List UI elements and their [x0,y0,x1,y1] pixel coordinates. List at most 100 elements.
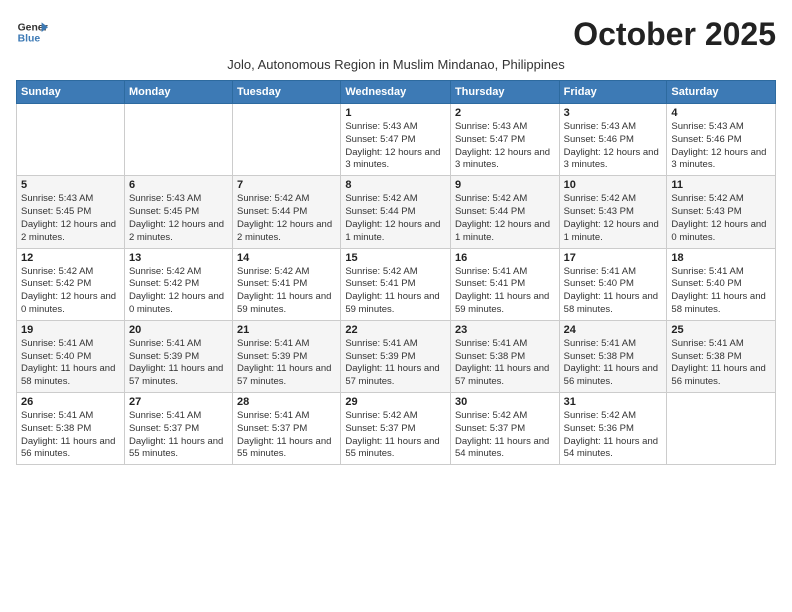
day-cell: 20 Sunrise: 5:41 AM Sunset: 5:39 PM Dayli… [124,320,232,392]
day-cell: 31 Sunrise: 5:42 AM Sunset: 5:36 PM Dayli… [559,393,667,465]
day-info: Sunrise: 5:43 AM Sunset: 5:47 PM Dayligh… [345,121,446,172]
day-number: 26 [21,396,120,408]
day-info: Sunrise: 5:43 AM Sunset: 5:46 PM Dayligh… [671,121,771,172]
day-number: 10 [564,179,663,191]
day-number: 9 [455,179,555,191]
day-cell: 28Sunrise: 5:41 AM Sunset: 5:37 PM Dayli… [233,393,341,465]
day-info: Sunrise: 5:41 AM Sunset: 5:40 PM Dayligh… [671,266,771,317]
day-number: 12 [21,252,120,264]
day-header-monday: Monday [124,81,232,104]
month-title: October 2025 [573,16,776,53]
day-cell [233,104,341,176]
svg-text:Blue: Blue [18,34,41,45]
day-number: 27 [129,396,228,408]
day-cell [124,104,232,176]
day-cell: 15Sunrise: 5:42 AM Sunset: 5:41 PM Dayli… [341,248,451,320]
day-number: 22 [345,324,446,336]
day-info: Sunrise: 5:41 AM Sunset: 5:39 PM Dayligh… [237,338,336,389]
day-info: Sunrise: 5:42 AM Sunset: 5:43 PM Dayligh… [671,193,771,244]
day-number: 6 [129,179,228,191]
calendar-table: SundayMondayTuesdayWednesdayThursdayFrid… [16,80,776,465]
day-header-tuesday: Tuesday [233,81,341,104]
day-number: 2 [455,107,555,119]
day-cell: 18 Sunrise: 5:41 AM Sunset: 5:40 PM Dayli… [667,248,776,320]
day-number: 25 [671,324,771,336]
logo: General Blue [16,16,48,48]
day-number: 14 [237,252,336,264]
day-cell: 5Sunrise: 5:43 AM Sunset: 5:45 PM Daylig… [17,176,125,248]
day-cell: 19 Sunrise: 5:41 AM Sunset: 5:40 PM Dayli… [17,320,125,392]
day-number: 30 [455,396,555,408]
day-number: 3 [564,107,663,119]
day-number: 18 [671,252,771,264]
day-header-friday: Friday [559,81,667,104]
day-cell: 9 Sunrise: 5:42 AM Sunset: 5:44 PM Daylig… [450,176,559,248]
day-info: Sunrise: 5:42 AM Sunset: 5:44 PM Dayligh… [237,193,336,244]
day-info: Sunrise: 5:41 AM Sunset: 5:38 PM Dayligh… [455,338,555,389]
day-number: 23 [455,324,555,336]
week-row-4: 19 Sunrise: 5:41 AM Sunset: 5:40 PM Dayli… [17,320,776,392]
day-cell: 1 Sunrise: 5:43 AM Sunset: 5:47 PM Daylig… [341,104,451,176]
day-number: 11 [671,179,771,191]
week-row-1: 1 Sunrise: 5:43 AM Sunset: 5:47 PM Daylig… [17,104,776,176]
day-number: 1 [345,107,446,119]
day-info: Sunrise: 5:42 AM Sunset: 5:42 PM Dayligh… [21,266,120,317]
day-info: Sunrise: 5:41 AM Sunset: 5:38 PM Dayligh… [21,410,120,461]
day-cell: 25 Sunrise: 5:41 AM Sunset: 5:38 PM Dayli… [667,320,776,392]
day-info: Sunrise: 5:41 AM Sunset: 5:39 PM Dayligh… [129,338,228,389]
day-cell: 8Sunrise: 5:42 AM Sunset: 5:44 PM Daylig… [341,176,451,248]
day-cell: 14 Sunrise: 5:42 AM Sunset: 5:41 PM Dayli… [233,248,341,320]
day-cell: 4Sunrise: 5:43 AM Sunset: 5:46 PM Daylig… [667,104,776,176]
day-cell: 16Sunrise: 5:41 AM Sunset: 5:41 PM Dayli… [450,248,559,320]
day-number: 17 [564,252,663,264]
day-number: 20 [129,324,228,336]
day-info: Sunrise: 5:41 AM Sunset: 5:39 PM Dayligh… [345,338,446,389]
day-cell: 22 Sunrise: 5:41 AM Sunset: 5:39 PM Dayli… [341,320,451,392]
day-info: Sunrise: 5:41 AM Sunset: 5:37 PM Dayligh… [237,410,336,461]
day-info: Sunrise: 5:42 AM Sunset: 5:43 PM Dayligh… [564,193,663,244]
day-cell: 27Sunrise: 5:41 AM Sunset: 5:37 PM Dayli… [124,393,232,465]
day-cell: 2 Sunrise: 5:43 AM Sunset: 5:47 PM Daylig… [450,104,559,176]
logo-icon: General Blue [16,16,48,48]
day-number: 31 [564,396,663,408]
day-cell: 3 Sunrise: 5:43 AM Sunset: 5:46 PM Daylig… [559,104,667,176]
day-header-wednesday: Wednesday [341,81,451,104]
day-info: Sunrise: 5:43 AM Sunset: 5:47 PM Dayligh… [455,121,555,172]
day-number: 29 [345,396,446,408]
day-info: Sunrise: 5:42 AM Sunset: 5:41 PM Dayligh… [237,266,336,317]
day-cell: 23 Sunrise: 5:41 AM Sunset: 5:38 PM Dayli… [450,320,559,392]
day-info: Sunrise: 5:42 AM Sunset: 5:44 PM Dayligh… [345,193,446,244]
day-info: Sunrise: 5:43 AM Sunset: 5:45 PM Dayligh… [129,193,228,244]
day-cell: 30 Sunrise: 5:42 AM Sunset: 5:37 PM Dayli… [450,393,559,465]
day-info: Sunrise: 5:42 AM Sunset: 5:36 PM Dayligh… [564,410,663,461]
day-header-saturday: Saturday [667,81,776,104]
day-cell: 6 Sunrise: 5:43 AM Sunset: 5:45 PM Daylig… [124,176,232,248]
week-row-3: 12 Sunrise: 5:42 AM Sunset: 5:42 PM Dayli… [17,248,776,320]
day-cell: 17 Sunrise: 5:41 AM Sunset: 5:40 PM Dayli… [559,248,667,320]
day-info: Sunrise: 5:43 AM Sunset: 5:45 PM Dayligh… [21,193,120,244]
day-number: 24 [564,324,663,336]
day-cell: 11 Sunrise: 5:42 AM Sunset: 5:43 PM Dayli… [667,176,776,248]
week-row-5: 26 Sunrise: 5:41 AM Sunset: 5:38 PM Dayli… [17,393,776,465]
day-cell: 26 Sunrise: 5:41 AM Sunset: 5:38 PM Dayli… [17,393,125,465]
day-info: Sunrise: 5:41 AM Sunset: 5:40 PM Dayligh… [564,266,663,317]
day-header-thursday: Thursday [450,81,559,104]
day-header-sunday: Sunday [17,81,125,104]
day-info: Sunrise: 5:42 AM Sunset: 5:37 PM Dayligh… [455,410,555,461]
day-info: Sunrise: 5:43 AM Sunset: 5:46 PM Dayligh… [564,121,663,172]
day-number: 19 [21,324,120,336]
day-cell: 29Sunrise: 5:42 AM Sunset: 5:37 PM Dayli… [341,393,451,465]
subtitle: Jolo, Autonomous Region in Muslim Mindan… [16,57,776,72]
calendar-header-row: SundayMondayTuesdayWednesdayThursdayFrid… [17,81,776,104]
calendar-body: 1 Sunrise: 5:43 AM Sunset: 5:47 PM Daylig… [17,104,776,465]
day-info: Sunrise: 5:41 AM Sunset: 5:38 PM Dayligh… [671,338,771,389]
day-cell: 10 Sunrise: 5:42 AM Sunset: 5:43 PM Dayli… [559,176,667,248]
day-cell: 24Sunrise: 5:41 AM Sunset: 5:38 PM Dayli… [559,320,667,392]
day-cell: 12 Sunrise: 5:42 AM Sunset: 5:42 PM Dayli… [17,248,125,320]
day-cell: 13Sunrise: 5:42 AM Sunset: 5:42 PM Dayli… [124,248,232,320]
day-info: Sunrise: 5:41 AM Sunset: 5:40 PM Dayligh… [21,338,120,389]
day-cell [667,393,776,465]
day-number: 16 [455,252,555,264]
day-info: Sunrise: 5:42 AM Sunset: 5:44 PM Dayligh… [455,193,555,244]
day-number: 15 [345,252,446,264]
